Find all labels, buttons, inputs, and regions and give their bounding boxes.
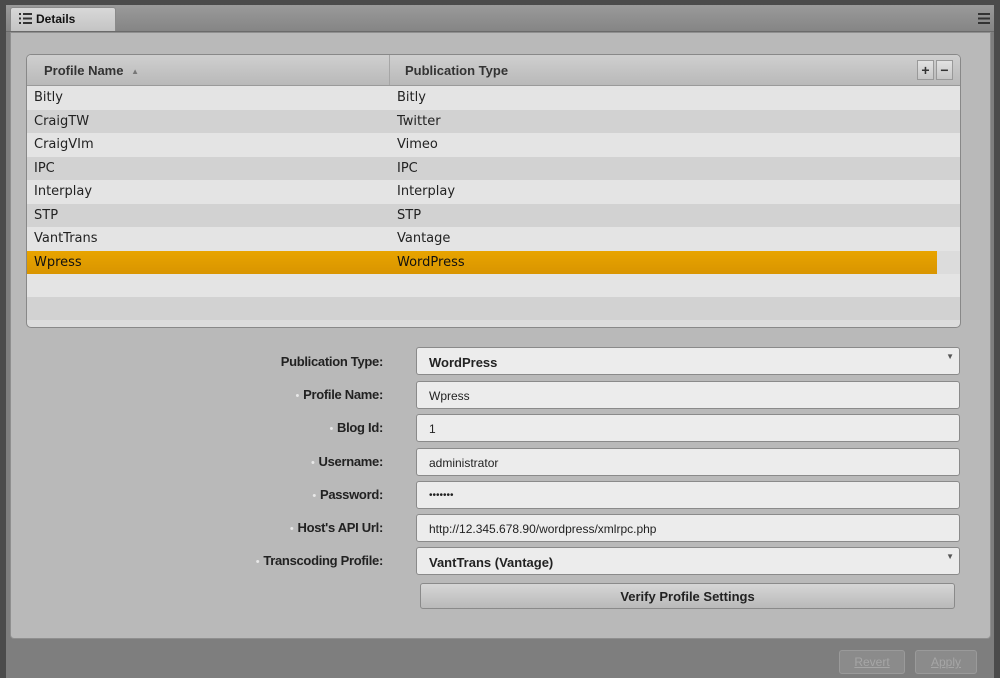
required-marker: •: [295, 389, 300, 402]
cell-profile-name: VantTrans: [34, 231, 98, 246]
profiles-table: Profile Name ▲ Publication Type + − Bitl…: [26, 54, 961, 328]
blog-id-input[interactable]: 1: [416, 414, 960, 442]
required-marker: •: [329, 422, 334, 435]
tab-details[interactable]: Details: [10, 7, 116, 31]
transcoding-profile-label: • Transcoding Profile:: [255, 553, 384, 568]
publication-type-value: WordPress: [429, 355, 498, 370]
table-row[interactable]: IPC IPC: [27, 156, 960, 180]
cell-publication-type: Twitter: [397, 113, 441, 129]
dropdown-arrow-icon: ▼: [946, 352, 954, 361]
column-header-profile-name[interactable]: Profile Name ▲: [44, 63, 139, 78]
tab-bar: Details: [6, 5, 994, 32]
table-body: Bitly Bitly CraigTW Twitter CraigVIm Vim…: [27, 86, 960, 320]
cell-publication-type: Vimeo: [397, 137, 438, 152]
required-marker: •: [255, 555, 260, 568]
details-window: Details Profile Name ▲ Publication Type …: [6, 5, 994, 678]
table-row[interactable]: CraigVIm Vimeo: [27, 133, 960, 157]
cell-profile-name: Wpress: [34, 254, 82, 270]
host-api-url-input[interactable]: http://12.345.678.90/wordpress/xmlrpc.ph…: [416, 514, 960, 542]
cell-publication-type: Bitly: [397, 90, 426, 105]
publication-type-select[interactable]: WordPress ▼: [416, 347, 960, 375]
cell-profile-name: CraigVIm: [34, 137, 94, 152]
required-marker: •: [312, 489, 316, 502]
table-row[interactable]: Bitly Bitly: [27, 86, 960, 110]
transcoding-profile-value: VantTrans (Vantage): [429, 555, 554, 570]
cell-publication-type: WordPress: [397, 254, 465, 270]
table-header: Profile Name ▲ Publication Type + −: [27, 55, 960, 86]
cell-profile-name: Interplay: [34, 184, 93, 199]
column-header-publication-type[interactable]: Publication Type: [405, 63, 508, 78]
username-input[interactable]: administrator: [416, 448, 960, 476]
table-row[interactable]: Interplay Interplay: [27, 180, 960, 204]
cell-publication-type: STP: [397, 207, 422, 223]
table-row[interactable]: VantTrans Vantage: [27, 227, 960, 251]
empty-row: [27, 274, 960, 297]
empty-row: [27, 297, 960, 320]
required-marker: •: [310, 456, 315, 469]
tab-details-label: Details: [36, 12, 76, 26]
blog-id-label: • Blog Id:: [329, 420, 383, 435]
apply-button[interactable]: Apply: [915, 650, 977, 674]
sort-ascending-icon: ▲: [131, 67, 140, 77]
cell-publication-type: Vantage: [397, 231, 451, 246]
remove-profile-button[interactable]: −: [936, 60, 953, 80]
column-header-label: Profile Name: [44, 63, 124, 78]
profile-name-input[interactable]: Wpress: [416, 381, 960, 409]
column-separator[interactable]: [389, 55, 390, 85]
table-row[interactable]: CraigTW Twitter: [27, 109, 960, 133]
required-marker: •: [289, 522, 294, 535]
cell-profile-name: CraigTW: [34, 113, 90, 129]
verify-profile-settings-button[interactable]: Verify Profile Settings: [420, 583, 955, 609]
add-profile-button[interactable]: +: [917, 60, 934, 80]
password-input[interactable]: •••••••: [416, 481, 960, 509]
host-api-url-label: • Host's API Url:: [289, 520, 383, 535]
details-panel: Profile Name ▲ Publication Type + − Bitl…: [10, 32, 991, 639]
table-row-selected[interactable]: Wpress WordPress: [27, 250, 937, 274]
cell-profile-name: IPC: [34, 160, 55, 176]
username-label: • Username:: [310, 454, 383, 469]
transcoding-profile-select[interactable]: VantTrans (Vantage) ▼: [416, 547, 960, 575]
table-row[interactable]: STP STP: [27, 203, 960, 227]
revert-button[interactable]: Revert: [839, 650, 905, 674]
dropdown-arrow-icon: ▼: [946, 552, 954, 561]
password-label: • Password:: [312, 487, 383, 502]
cell-publication-type: IPC: [397, 160, 418, 176]
cell-profile-name: Bitly: [34, 90, 63, 105]
publication-type-label: Publication Type:: [280, 354, 384, 369]
profile-name-label: • Profile Name:: [295, 387, 384, 402]
cell-publication-type: Interplay: [397, 184, 456, 199]
cell-profile-name: STP: [34, 207, 59, 223]
panel-menu-icon[interactable]: [978, 11, 990, 29]
list-details-icon: [19, 12, 32, 27]
